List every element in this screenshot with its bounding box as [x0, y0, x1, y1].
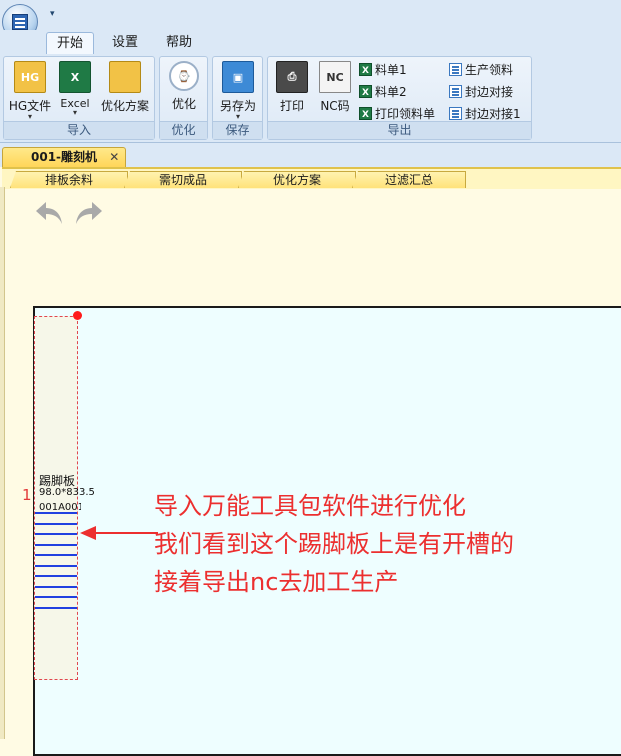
- groove-line: [35, 586, 77, 588]
- left-edge-bar: [0, 187, 5, 739]
- excel-icon: X: [59, 61, 91, 93]
- tab-home[interactable]: 开始: [46, 32, 95, 54]
- edge-joint-button[interactable]: 封边对接: [449, 82, 513, 102]
- production-pick-label: 生产领料: [465, 63, 514, 77]
- annotation-line-1: 导入万能工具包软件进行优化: [154, 492, 466, 520]
- part-size: 98.0*833.5: [39, 487, 95, 498]
- annotation-line-2: 我们看到这个踢脚板上是有开槽的: [154, 530, 514, 558]
- groove-line: [35, 523, 77, 525]
- subtab-products[interactable]: 需切成品: [124, 171, 242, 188]
- material-list-1-button[interactable]: 料单1: [359, 60, 407, 81]
- save-disk-icon: ▣: [222, 61, 254, 93]
- optimization-plan-label: 优化方案: [100, 99, 149, 113]
- annotation-arrow: [80, 526, 158, 540]
- origin-pin: [73, 311, 82, 320]
- save-as-button[interactable]: ▣ 另存为 ▾: [216, 61, 260, 121]
- app-grid-icon: [12, 14, 28, 30]
- printer-icon: ⎙: [276, 61, 308, 93]
- subtab-remnant[interactable]: 排板余料: [10, 171, 128, 188]
- clock-icon: ⌚: [169, 61, 199, 91]
- subtab-filter-summary[interactable]: 过滤汇总: [352, 171, 466, 188]
- material-list-1-label: 料单1: [375, 63, 407, 77]
- quick-access-dropdown-icon[interactable]: ▾: [50, 9, 55, 19]
- tab-settings[interactable]: 设置: [102, 32, 148, 54]
- document-icon: [449, 107, 462, 120]
- print-button[interactable]: ⎙ 打印: [272, 61, 312, 119]
- import-group: HG HG文件 ▾ X Excel ▾ 优化方案 导入: [3, 56, 155, 140]
- material-list-2-button[interactable]: 料单2: [359, 82, 407, 103]
- groove-line: [35, 544, 77, 546]
- undo-icon[interactable]: [32, 198, 66, 228]
- excel-icon: [359, 83, 372, 103]
- chevron-down-icon: ▾: [27, 112, 32, 121]
- optimize-group: ⌚ 优化 优化: [159, 56, 208, 140]
- title-bar: ▾: [0, 0, 621, 40]
- export-group: ⎙ 打印 NC NC码 料单1 料单2 打印领料单 生产领料 封边对接 封边对接…: [267, 56, 532, 140]
- nc-code-button[interactable]: NC NC码: [314, 61, 356, 119]
- groove-line: [35, 512, 77, 514]
- optimize-button[interactable]: ⌚ 优化: [164, 61, 204, 119]
- excel-icon: [359, 105, 372, 125]
- groove-line: [35, 533, 77, 535]
- groove-line: [35, 575, 77, 577]
- groove-line: [35, 607, 77, 609]
- groove-lines: [35, 512, 77, 616]
- excel-button[interactable]: X Excel ▾: [54, 61, 96, 119]
- document-tab-title: 001-雕刻机: [31, 150, 98, 164]
- groove-line: [35, 565, 77, 567]
- groove-line: [35, 596, 77, 598]
- nc-code-label: NC码: [320, 99, 350, 113]
- part-index: 1: [22, 486, 32, 504]
- optimize-group-label: 优化: [160, 121, 207, 139]
- document-tab[interactable]: 001-雕刻机 ✕: [2, 147, 127, 167]
- subtab-optimization-plan[interactable]: 优化方案: [238, 171, 356, 188]
- ribbon-tab-strip: 开始 设置 帮助: [0, 30, 621, 54]
- export-group-label: 导出: [268, 121, 531, 139]
- edge-joint-label: 封边对接: [465, 85, 514, 99]
- tab-help[interactable]: 帮助: [156, 32, 202, 54]
- edge-joint-1-label: 封边对接1: [465, 107, 521, 121]
- sub-tab-strip: 排板余料 需切成品 优化方案 过滤汇总: [2, 167, 621, 189]
- hg-folder-icon: HG: [14, 61, 46, 93]
- ribbon: HG HG文件 ▾ X Excel ▾ 优化方案 导入 ⌚ 优化 优化 ▣ 另存…: [0, 54, 621, 143]
- document-icon: [449, 85, 462, 98]
- save-group-label: 保存: [213, 121, 262, 139]
- save-group: ▣ 另存为 ▾ 保存: [212, 56, 263, 140]
- groove-line: [35, 554, 77, 556]
- chevron-down-icon: ▾: [72, 108, 77, 117]
- production-pick-button[interactable]: 生产领料: [449, 60, 513, 80]
- close-icon[interactable]: ✕: [109, 148, 119, 167]
- excel-icon: [359, 61, 372, 81]
- chevron-down-icon: ▾: [235, 112, 240, 121]
- import-group-label: 导入: [4, 121, 154, 139]
- annotation-line-3: 接着导出nc去加工生产: [154, 568, 399, 596]
- print-label: 打印: [279, 99, 304, 113]
- optimization-plan-button[interactable]: 优化方案: [96, 61, 154, 119]
- folder-clock-icon: [109, 61, 141, 93]
- optimize-label: 优化: [171, 97, 196, 111]
- document-icon: [449, 63, 462, 76]
- redo-icon[interactable]: [72, 198, 106, 228]
- material-list-2-label: 料单2: [375, 85, 407, 99]
- hg-file-button[interactable]: HG HG文件 ▾: [6, 61, 54, 121]
- document-tab-strip: 001-雕刻机 ✕: [0, 143, 621, 167]
- print-pick-list-label: 打印领料单: [375, 107, 436, 121]
- nc-code-icon: NC: [319, 61, 351, 93]
- part-kickboard[interactable]: [34, 316, 78, 680]
